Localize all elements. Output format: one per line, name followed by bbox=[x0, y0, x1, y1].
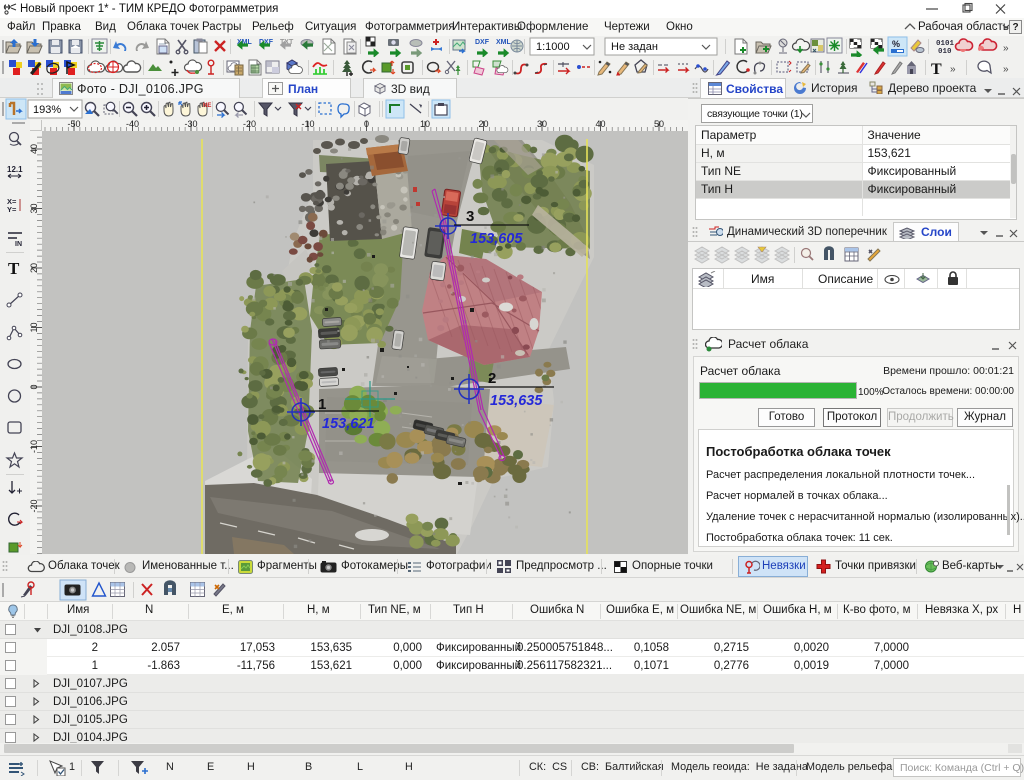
svg-text:»: » bbox=[1003, 64, 1009, 75]
svg-text:-30: -30 bbox=[184, 120, 197, 129]
svg-text:Y=: Y= bbox=[7, 205, 17, 214]
svg-text:193%: 193% bbox=[33, 104, 61, 116]
svg-text:-40: -40 bbox=[126, 120, 139, 129]
svg-text:Не задан: Не задан bbox=[611, 41, 658, 53]
svg-text:20: 20 bbox=[30, 263, 39, 273]
svg-text:10: 10 bbox=[30, 322, 39, 332]
svg-text:XML: XML bbox=[496, 39, 512, 46]
svg-text:0101: 0101 bbox=[936, 40, 955, 48]
svg-text:-20: -20 bbox=[30, 499, 39, 512]
svg-text:0: 0 bbox=[30, 384, 39, 389]
svg-text:50: 50 bbox=[654, 120, 664, 129]
svg-text:NE: NE bbox=[203, 103, 211, 109]
svg-text:T: T bbox=[8, 259, 20, 278]
svg-text:30: 30 bbox=[537, 120, 547, 129]
svg-text:»: » bbox=[950, 64, 956, 75]
svg-text:12.1: 12.1 bbox=[7, 165, 23, 174]
svg-text:0: 0 bbox=[364, 120, 369, 129]
svg-text:T: T bbox=[931, 61, 942, 78]
svg-text:-50: -50 bbox=[67, 120, 80, 129]
svg-text:3: 3 bbox=[466, 208, 474, 225]
svg-text:DXF: DXF bbox=[475, 39, 490, 46]
svg-text:2: 2 bbox=[488, 370, 496, 387]
svg-text:010: 010 bbox=[938, 48, 952, 56]
svg-text:-20: -20 bbox=[243, 120, 256, 129]
svg-text:153,635: 153,635 bbox=[490, 393, 543, 409]
svg-text:20: 20 bbox=[478, 120, 488, 129]
svg-text:153,621: 153,621 bbox=[322, 416, 374, 432]
svg-text:»: » bbox=[1003, 43, 1009, 54]
svg-text:30: 30 bbox=[30, 203, 39, 213]
svg-text:1:1000: 1:1000 bbox=[536, 41, 570, 53]
svg-text:40: 40 bbox=[595, 120, 605, 129]
svg-text:-10: -10 bbox=[301, 120, 314, 129]
svg-text:40: 40 bbox=[30, 144, 39, 154]
svg-text:-10: -10 bbox=[30, 440, 39, 453]
svg-text:IN: IN bbox=[15, 241, 22, 248]
svg-text:10: 10 bbox=[420, 120, 430, 129]
svg-text:153,605: 153,605 bbox=[470, 231, 523, 247]
svg-text:%: % bbox=[892, 39, 900, 49]
